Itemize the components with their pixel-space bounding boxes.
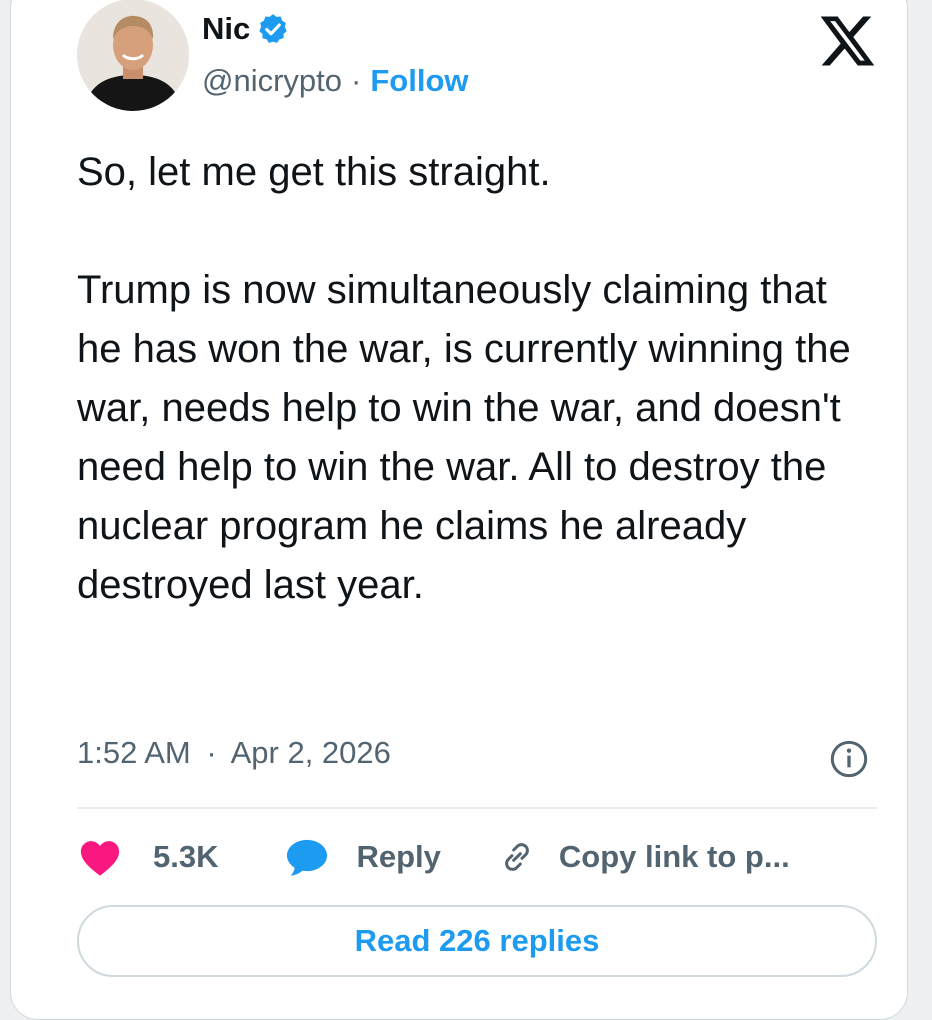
profile-photo — [77, 0, 189, 111]
read-replies-label[interactable]: Read 226 replies — [355, 923, 600, 959]
handle-row: @nicrypto · Follow — [202, 63, 469, 99]
tweet-card: Nic @nicrypto · Follow So, let me get th… — [10, 0, 908, 1020]
copy-link-label[interactable]: Copy link to p... — [559, 839, 790, 875]
reply-bubble-icon[interactable] — [284, 836, 330, 878]
copy-link-button[interactable]: Copy link to p... — [497, 837, 790, 877]
info-icon[interactable] — [829, 739, 869, 779]
heart-icon[interactable] — [77, 837, 123, 877]
tweet-text: So, let me get this straight. Trump is n… — [77, 150, 851, 607]
handle-separator: · — [351, 63, 362, 98]
author-name[interactable]: Nic — [202, 11, 250, 47]
avatar[interactable] — [77, 0, 189, 111]
likes-count[interactable]: 5.3K — [153, 839, 218, 875]
author-name-row[interactable]: Nic — [202, 11, 290, 47]
tweet-date[interactable]: Apr 2, 2026 — [231, 735, 391, 770]
link-icon[interactable] — [497, 837, 537, 877]
reply-button[interactable]: Reply — [284, 836, 441, 878]
follow-button[interactable]: Follow — [370, 63, 468, 99]
tweet-time[interactable]: 1:52 AM — [77, 735, 191, 770]
verified-badge-icon — [259, 14, 287, 43]
tweet-timestamp[interactable]: 1:52 AM · Apr 2, 2026 — [77, 735, 391, 771]
like-button[interactable]: 5.3K — [77, 837, 218, 877]
x-logo-icon[interactable] — [819, 13, 875, 69]
divider — [77, 807, 877, 809]
reply-label[interactable]: Reply — [356, 839, 440, 875]
read-replies-button[interactable]: Read 226 replies — [77, 905, 877, 977]
author-handle[interactable]: @nicrypto — [202, 63, 342, 99]
action-bar: 5.3K Reply Copy link to p... — [77, 831, 877, 883]
timestamp-separator: · — [206, 735, 217, 770]
